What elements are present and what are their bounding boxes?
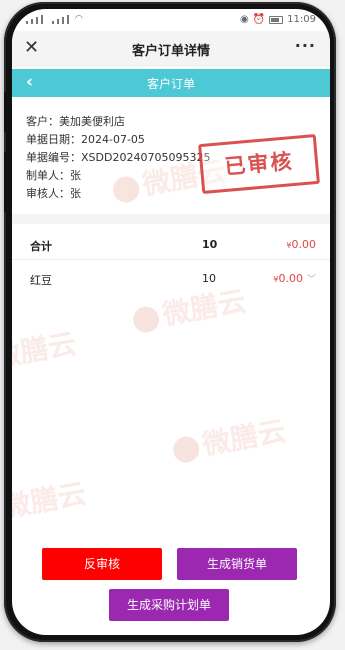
- battery-icon: [269, 15, 284, 24]
- volume-up-button: [4, 92, 8, 132]
- unreview-button[interactable]: 反审核: [42, 548, 162, 580]
- watermark: 微膳云: [12, 326, 79, 375]
- status-right: ◉ ⏰ 11:09: [240, 14, 316, 25]
- customer-row: 客户：美加美便利店: [26, 115, 125, 128]
- item-amount: ¥0.00 ﹀: [273, 272, 316, 285]
- reviewer-value: 张: [70, 187, 81, 200]
- title-bar: ✕ 客户订单详情 ···: [12, 31, 330, 67]
- more-menu-icon[interactable]: ···: [295, 36, 316, 55]
- maker-value: 张: [70, 169, 81, 182]
- status-time: 11:09: [287, 14, 316, 25]
- approved-stamp: 已审核: [198, 133, 320, 195]
- generate-purchase-plan-button[interactable]: 生成采购计划单: [109, 589, 229, 621]
- total-row: 合计 10 ¥0.00: [12, 229, 330, 257]
- watermark: 微膳云: [12, 476, 89, 525]
- total-label: 合计: [30, 240, 52, 253]
- item-name: 红豆: [30, 274, 52, 287]
- maker-row: 制单人：张: [26, 169, 81, 182]
- watermark-logo-icon: [171, 434, 202, 465]
- phone-frame: ◠ ◉ ⏰ 11:09 ✕ 客户订单详情 ··· ‹ 客户订单 微膳云 微膳云 …: [4, 2, 336, 642]
- row-divider: [12, 259, 330, 260]
- alarm-icon: ⏰: [252, 14, 266, 25]
- date-value: 2024-07-05: [81, 133, 145, 146]
- total-amount: ¥0.00: [286, 238, 316, 251]
- watermark: 微膳云: [169, 409, 288, 468]
- page-title: 客户订单详情: [131, 44, 210, 59]
- item-qty: 10: [202, 272, 216, 285]
- generate-delivery-button[interactable]: 生成销货单: [177, 548, 297, 580]
- volume-down-button: [4, 152, 8, 212]
- signal-icons: ◠: [26, 14, 83, 24]
- eye-icon: ◉: [239, 14, 249, 25]
- section-divider: [12, 214, 330, 224]
- order-header: ‹ 客户订单: [12, 69, 330, 97]
- reviewer-row: 审核人：张: [26, 187, 81, 200]
- watermark-logo-icon: [131, 304, 162, 335]
- order-info: 客户：美加美便利店 单据日期：2024-07-05 单据编号：XSDD20240…: [26, 113, 210, 203]
- header-title: 客户订单: [146, 77, 195, 91]
- total-qty: 10: [202, 238, 218, 251]
- status-bar: ◠ ◉ ⏰ 11:09: [12, 9, 330, 29]
- number-row: 单据编号：XSDD20240705095325: [26, 151, 211, 164]
- chevron-down-icon[interactable]: ﹀: [307, 272, 316, 285]
- date-row: 单据日期：2024-07-05: [26, 133, 145, 146]
- list-item[interactable]: 红豆 10 ¥0.00 ﹀: [12, 263, 330, 291]
- wifi-icon: ◠: [75, 14, 83, 24]
- order-number-value: XSDD20240705095325: [81, 151, 211, 164]
- screen: ◠ ◉ ⏰ 11:09 ✕ 客户订单详情 ··· ‹ 客户订单 微膳云 微膳云 …: [12, 9, 330, 635]
- customer-value: 美加美便利店: [59, 115, 125, 128]
